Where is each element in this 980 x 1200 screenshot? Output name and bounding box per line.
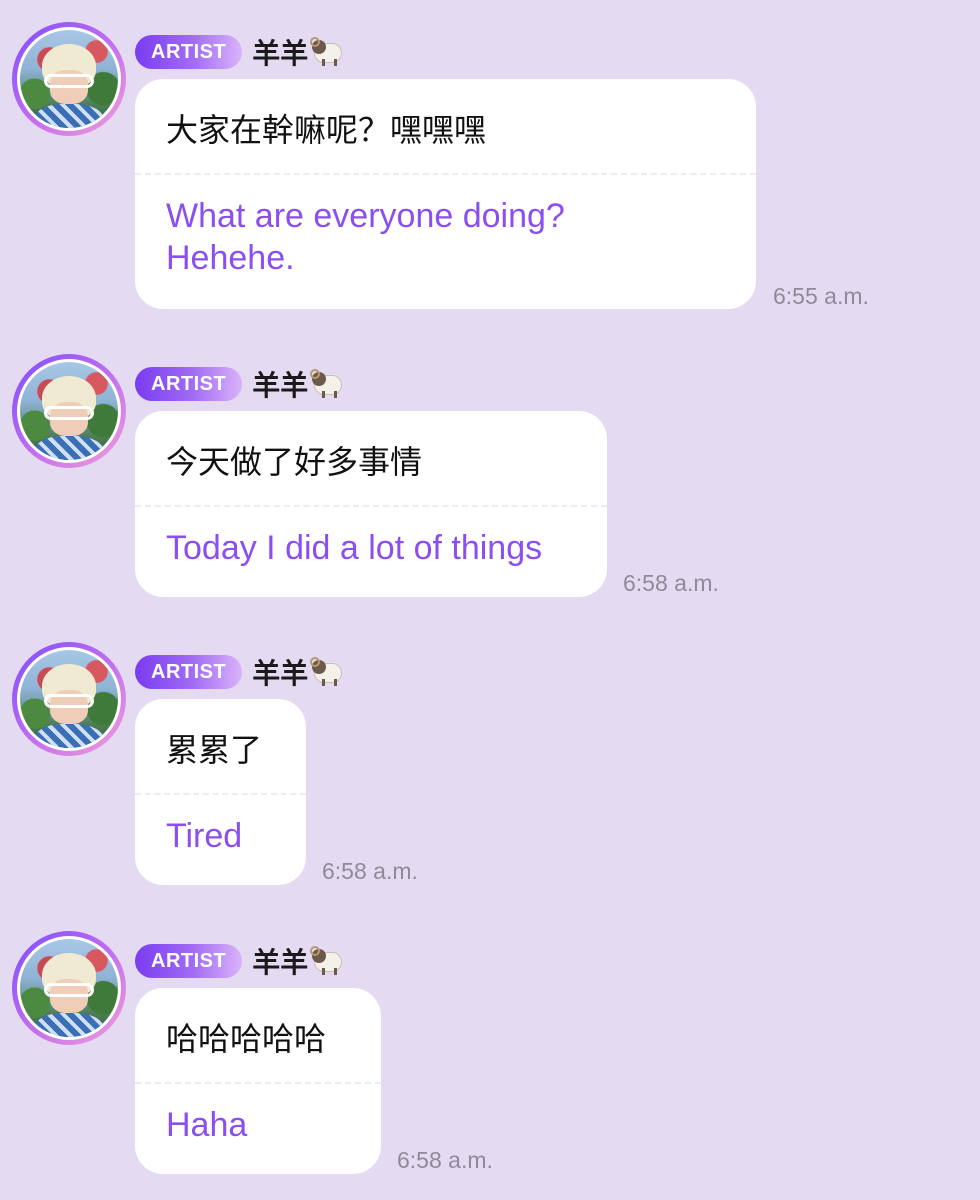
chat-message: ARTIST 羊羊 大家在幹嘛呢？嘿嘿嘿 What are everyone d… bbox=[0, 22, 980, 322]
artist-badge: ARTIST bbox=[135, 367, 243, 401]
sender-name[interactable]: 羊羊 bbox=[252, 32, 308, 72]
message-translation-text: Haha bbox=[166, 1106, 248, 1144]
message-bubble[interactable]: 累累了 Tired bbox=[135, 699, 306, 885]
ram-icon bbox=[310, 37, 348, 67]
avatar-ring bbox=[17, 936, 121, 1040]
avatar-photo bbox=[20, 650, 118, 748]
avatar-ring bbox=[17, 27, 121, 131]
artist-badge: ARTIST bbox=[135, 35, 243, 69]
message-original-text: 今天做了好多事情 bbox=[166, 443, 423, 481]
message-bubble[interactable]: 哈哈哈哈哈 Haha bbox=[135, 988, 381, 1174]
chat-message: ARTIST 羊羊 累累了 Tired 6:58 a.m. bbox=[0, 642, 980, 902]
chat-message: ARTIST 羊羊 哈哈哈哈哈 Haha 6:58 a.m. bbox=[0, 931, 980, 1191]
message-translation-text: Today I did a lot of things bbox=[166, 529, 543, 567]
avatar-ring bbox=[17, 647, 121, 751]
message-timestamp: 6:55 a.m. bbox=[773, 283, 869, 309]
message-translation-text: Tired bbox=[166, 817, 243, 855]
message-timestamp: 6:58 a.m. bbox=[397, 1147, 493, 1173]
message-translation-text: What are everyone doing? Hehehe. bbox=[166, 197, 565, 277]
message-header: ARTIST 羊羊 bbox=[135, 941, 348, 981]
ram-icon bbox=[310, 657, 348, 687]
avatar-photo bbox=[20, 30, 118, 128]
message-original-text: 累累了 bbox=[166, 731, 263, 769]
sender-name[interactable]: 羊羊 bbox=[252, 941, 308, 981]
message-timestamp: 6:58 a.m. bbox=[322, 858, 418, 884]
message-bubble[interactable]: 大家在幹嘛呢？嘿嘿嘿 What are everyone doing? Hehe… bbox=[135, 79, 756, 309]
message-original-text: 大家在幹嘛呢？嘿嘿嘿 bbox=[166, 111, 487, 149]
ram-icon bbox=[310, 369, 348, 399]
message-timestamp: 6:58 a.m. bbox=[623, 570, 719, 596]
avatar-photo bbox=[20, 362, 118, 460]
avatar-ring bbox=[17, 359, 121, 463]
sender-name[interactable]: 羊羊 bbox=[252, 652, 308, 692]
avatar-photo bbox=[20, 939, 118, 1037]
avatar[interactable] bbox=[12, 642, 126, 756]
message-bubble[interactable]: 今天做了好多事情 Today I did a lot of things bbox=[135, 411, 607, 597]
message-header: ARTIST 羊羊 bbox=[135, 32, 348, 72]
message-header: ARTIST 羊羊 bbox=[135, 364, 348, 404]
artist-badge: ARTIST bbox=[135, 655, 243, 689]
message-header: ARTIST 羊羊 bbox=[135, 652, 348, 692]
artist-badge: ARTIST bbox=[135, 944, 243, 978]
avatar[interactable] bbox=[12, 22, 126, 136]
message-original-text: 哈哈哈哈哈 bbox=[166, 1020, 327, 1058]
sender-name[interactable]: 羊羊 bbox=[252, 364, 308, 404]
chat-message: ARTIST 羊羊 今天做了好多事情 Today I did a lot of … bbox=[0, 354, 980, 614]
ram-icon bbox=[310, 946, 348, 976]
avatar[interactable] bbox=[12, 354, 126, 468]
avatar[interactable] bbox=[12, 931, 126, 1045]
